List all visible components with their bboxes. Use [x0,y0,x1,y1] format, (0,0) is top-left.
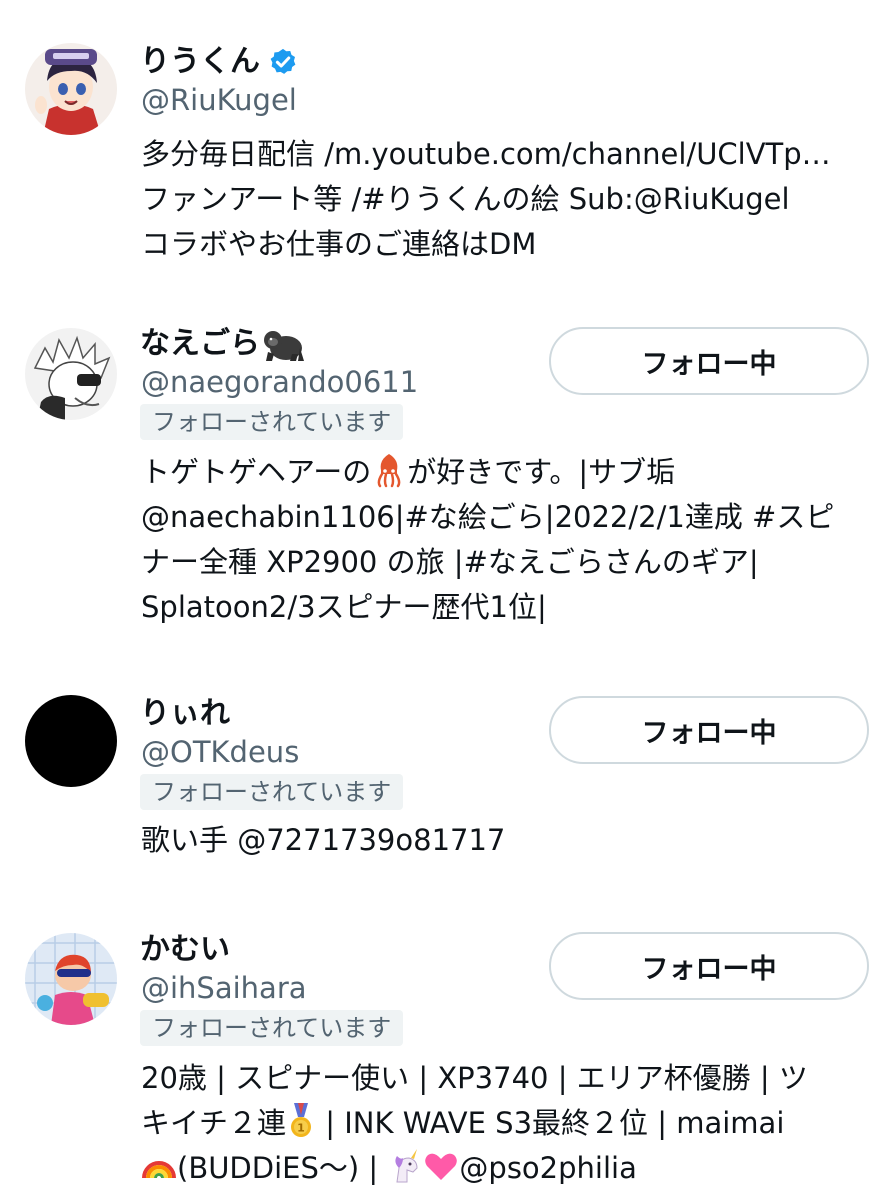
bio-line: ナー全種 XP2900 の旅 |#なえごらさんのギア| [141,545,759,579]
bio-text: (BUDDiES～) | [177,1151,388,1185]
avatar[interactable] [25,695,117,787]
name-row: りぃれ [140,692,230,736]
following-button[interactable]: フォロー中 [549,932,869,1000]
name-row: かむい [140,928,230,972]
bio-line: (BUDDiES～) | @pso2philia [141,1146,873,1191]
bio-line: トゲトゲヘアーの が好きです。|サブ垢 [141,450,873,495]
bio-line: ファンアート等 /#りうくんの絵 Sub:@RiuKugel [141,182,790,216]
avatar[interactable] [25,328,117,420]
name-row: なえごら [140,322,306,366]
gorilla-emoji-icon [264,331,304,361]
bio-line: 20歳 | スピナー使い | XP3740 | エリア杯優勝 | ツ [141,1061,808,1095]
avatar[interactable] [25,933,117,1025]
unicorn-emoji-icon [395,1149,418,1183]
bio-text: が好きです。|サブ垢 [407,455,676,489]
pink-heart-emoji-icon [425,1153,458,1180]
bio-line: 歌い手 @7271739o81717 [141,823,506,857]
user-bio: トゲトゲヘアーの が好きです。|サブ垢 @naechabin1106|#な絵ごら… [141,450,873,630]
medal-emoji-icon: 1 [291,1103,312,1137]
bio-line: 多分毎日配信 /m.youtube.com/channel/UClVTp… [141,137,831,171]
avatar-image [25,695,117,787]
user-bio: 歌い手 @7271739o81717 [141,818,873,863]
bio-text: | INK WAVE S3最終２位 | maimai [316,1106,785,1140]
user-bio: 多分毎日配信 /m.youtube.com/channel/UClVTp… ファ… [141,132,873,267]
avatar-image [25,328,117,420]
avatar-image [25,43,117,135]
user-handle[interactable]: @RiuKugel [141,80,297,120]
squid-emoji-icon [377,454,401,488]
display-name[interactable]: りうくん [140,40,260,84]
display-name[interactable]: かむい [140,928,230,972]
follows-you-badge: フォローされています [140,774,404,810]
user-bio: 20歳 | スピナー使い | XP3740 | エリア杯優勝 | ツ キイチ２連… [141,1056,873,1191]
user-handle[interactable]: @OTKdeus [141,732,299,772]
bio-line: コラボやお仕事のご連絡はDM [141,227,537,261]
verified-badge-icon [270,48,296,74]
user-handle[interactable]: @ihSaihara [141,968,307,1008]
follows-you-badge: フォローされています [140,1010,404,1046]
follows-you-badge: フォローされています [140,404,404,440]
bio-text: @pso2philia [459,1151,637,1185]
rainbow-emoji-icon [142,1161,176,1179]
user-handle[interactable]: @naegorando0611 [141,362,418,402]
avatar-image [25,933,117,1025]
following-button[interactable]: フォロー中 [549,327,869,395]
svg-text:1: 1 [297,1122,305,1135]
bio-line: Splatoon2/3スピナー歴代1位| [141,590,547,624]
display-name[interactable]: なえごら [140,322,260,366]
bio-line: @naechabin1106|#な絵ごら|2022/2/1達成 #スピ [141,500,835,534]
following-button[interactable]: フォロー中 [549,696,869,764]
bio-text: キイチ２連 [141,1106,287,1140]
bio-text: トゲトゲヘアーの [141,455,372,489]
bio-line: キイチ２連 1 | INK WAVE S3最終２位 | maimai [141,1101,873,1146]
display-name[interactable]: りぃれ [140,692,230,736]
avatar[interactable] [25,43,117,135]
name-row: りうくん [140,40,298,84]
